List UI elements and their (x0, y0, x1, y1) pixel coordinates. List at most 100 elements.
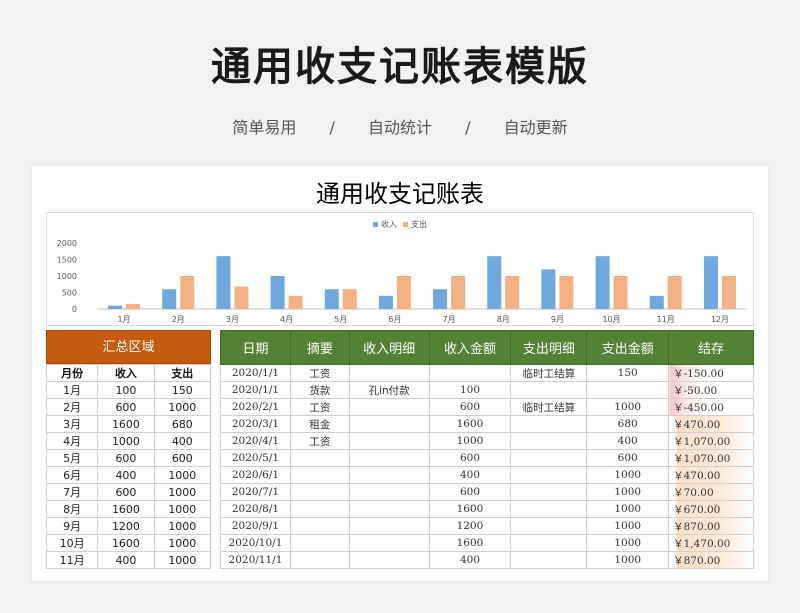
table-cell[interactable]: 4月 (45, 432, 99, 450)
table-cell[interactable]: 2020/10/1 (220, 534, 291, 552)
balance-cell[interactable]: ￥1,470.00 (668, 534, 754, 552)
table-cell[interactable]: 1600 (428, 500, 512, 518)
summary-header[interactable]: 汇总区域 (46, 330, 211, 364)
balance-cell[interactable]: ￥1,070.00 (668, 432, 754, 450)
table-cell[interactable]: 1000 (153, 517, 212, 535)
table-cell[interactable]: 400 (153, 432, 212, 450)
table-cell[interactable]: 工资 (289, 364, 350, 382)
table-cell[interactable]: 工资 (289, 398, 350, 416)
table-cell[interactable]: 工资 (289, 432, 350, 450)
table-cell[interactable] (348, 466, 430, 484)
table-cell[interactable]: 2月 (45, 398, 99, 416)
summary-column-header[interactable]: 支出 (153, 364, 212, 382)
balance-cell[interactable]: ￥870.00 (668, 551, 754, 569)
table-cell[interactable]: 100 (97, 381, 155, 399)
balance-cell[interactable]: ￥70.00 (668, 483, 754, 501)
table-cell[interactable]: 1200 (97, 517, 155, 535)
table-cell[interactable] (348, 551, 430, 569)
table-cell[interactable]: 8月 (45, 500, 99, 518)
table-cell[interactable]: 1月 (45, 381, 99, 399)
table-cell[interactable] (289, 466, 350, 484)
table-cell[interactable]: 150 (153, 381, 212, 399)
table-cell[interactable] (586, 381, 670, 399)
table-cell[interactable] (348, 517, 430, 535)
table-cell[interactable] (510, 500, 588, 518)
table-cell[interactable]: 7月 (45, 483, 99, 501)
table-cell[interactable]: 1000 (153, 551, 212, 569)
table-cell[interactable]: 2020/9/1 (220, 517, 291, 535)
table-cell[interactable]: 600 (586, 449, 670, 467)
table-cell[interactable] (510, 551, 588, 569)
ledger-column-header[interactable]: 结存 (668, 330, 754, 365)
table-cell[interactable] (289, 449, 350, 467)
summary-column-header[interactable]: 月份 (45, 364, 99, 382)
table-cell[interactable] (289, 500, 350, 518)
table-cell[interactable]: 400 (97, 466, 155, 484)
table-cell[interactable] (510, 483, 588, 501)
table-cell[interactable] (289, 534, 350, 552)
table-cell[interactable]: 临时工结算 (510, 364, 588, 382)
balance-cell[interactable]: ￥470.00 (668, 466, 754, 484)
table-cell[interactable]: 1000 (586, 466, 670, 484)
table-cell[interactable]: 600 (97, 398, 155, 416)
table-cell[interactable]: 2020/5/1 (220, 449, 291, 467)
table-cell[interactable]: 2020/8/1 (220, 500, 291, 518)
table-cell[interactable]: 1000 (153, 466, 212, 484)
table-cell[interactable] (348, 449, 430, 467)
table-cell[interactable]: 400 (428, 466, 512, 484)
table-cell[interactable]: 400 (586, 432, 670, 450)
balance-cell[interactable]: ￥1,070.00 (668, 449, 754, 467)
table-cell[interactable]: 11月 (45, 551, 99, 569)
table-cell[interactable] (348, 432, 430, 450)
balance-cell[interactable]: ￥-450.00 (668, 398, 754, 416)
table-cell[interactable] (428, 364, 512, 382)
table-cell[interactable]: 2020/11/1 (220, 551, 291, 569)
table-cell[interactable] (289, 517, 350, 535)
table-cell[interactable]: 600 (428, 398, 512, 416)
ledger-column-header[interactable]: 收入明细 (348, 330, 430, 365)
balance-cell[interactable]: ￥470.00 (668, 415, 754, 433)
table-cell[interactable] (348, 415, 430, 433)
table-cell[interactable] (510, 415, 588, 433)
table-cell[interactable]: 1000 (153, 483, 212, 501)
table-cell[interactable]: 2020/2/1 (220, 398, 291, 416)
table-cell[interactable]: 2020/1/1 (220, 381, 291, 399)
ledger-column-header[interactable]: 日期 (220, 330, 291, 365)
table-cell[interactable]: 1600 (428, 415, 512, 433)
table-cell[interactable]: 1000 (97, 432, 155, 450)
table-cell[interactable]: 1000 (586, 483, 670, 501)
table-cell[interactable]: 600 (97, 449, 155, 467)
ledger-column-header[interactable]: 摘要 (289, 330, 350, 365)
table-cell[interactable]: 1000 (586, 500, 670, 518)
balance-cell[interactable]: ￥870.00 (668, 517, 754, 535)
table-cell[interactable]: 临时工结算 (510, 398, 588, 416)
balance-cell[interactable]: ￥-50.00 (668, 381, 754, 399)
table-cell[interactable]: 2020/6/1 (220, 466, 291, 484)
table-cell[interactable]: 1000 (586, 551, 670, 569)
table-cell[interactable]: 400 (97, 551, 155, 569)
table-cell[interactable]: 1600 (97, 534, 155, 552)
table-cell[interactable]: 100 (428, 381, 512, 399)
table-cell[interactable]: 1600 (97, 500, 155, 518)
table-cell[interactable]: 3月 (45, 415, 99, 433)
table-cell[interactable]: 1600 (97, 415, 155, 433)
chart-area[interactable]: 0 500 1000 1500 2000 收入 支出 1月 2月 3月 4月 5月 6月 7月 8月 9月 10… (46, 212, 754, 326)
table-cell[interactable]: 1000 (586, 534, 670, 552)
table-cell[interactable]: 2020/7/1 (220, 483, 291, 501)
table-cell[interactable] (289, 551, 350, 569)
table-cell[interactable] (510, 517, 588, 535)
table-cell[interactable] (510, 534, 588, 552)
table-cell[interactable]: 10月 (45, 534, 99, 552)
table-cell[interactable] (510, 449, 588, 467)
table-cell[interactable]: 2020/3/1 (220, 415, 291, 433)
table-cell[interactable] (348, 398, 430, 416)
ledger-column-header[interactable]: 支出明细 (510, 330, 588, 365)
table-cell[interactable]: 1000 (153, 534, 212, 552)
table-cell[interactable] (510, 466, 588, 484)
table-cell[interactable]: 9月 (45, 517, 99, 535)
table-cell[interactable]: 2020/1/1 (220, 364, 291, 382)
table-cell[interactable]: 2020/4/1 (220, 432, 291, 450)
table-cell[interactable] (289, 483, 350, 501)
table-cell[interactable]: 1000 (153, 500, 212, 518)
table-cell[interactable] (510, 381, 588, 399)
